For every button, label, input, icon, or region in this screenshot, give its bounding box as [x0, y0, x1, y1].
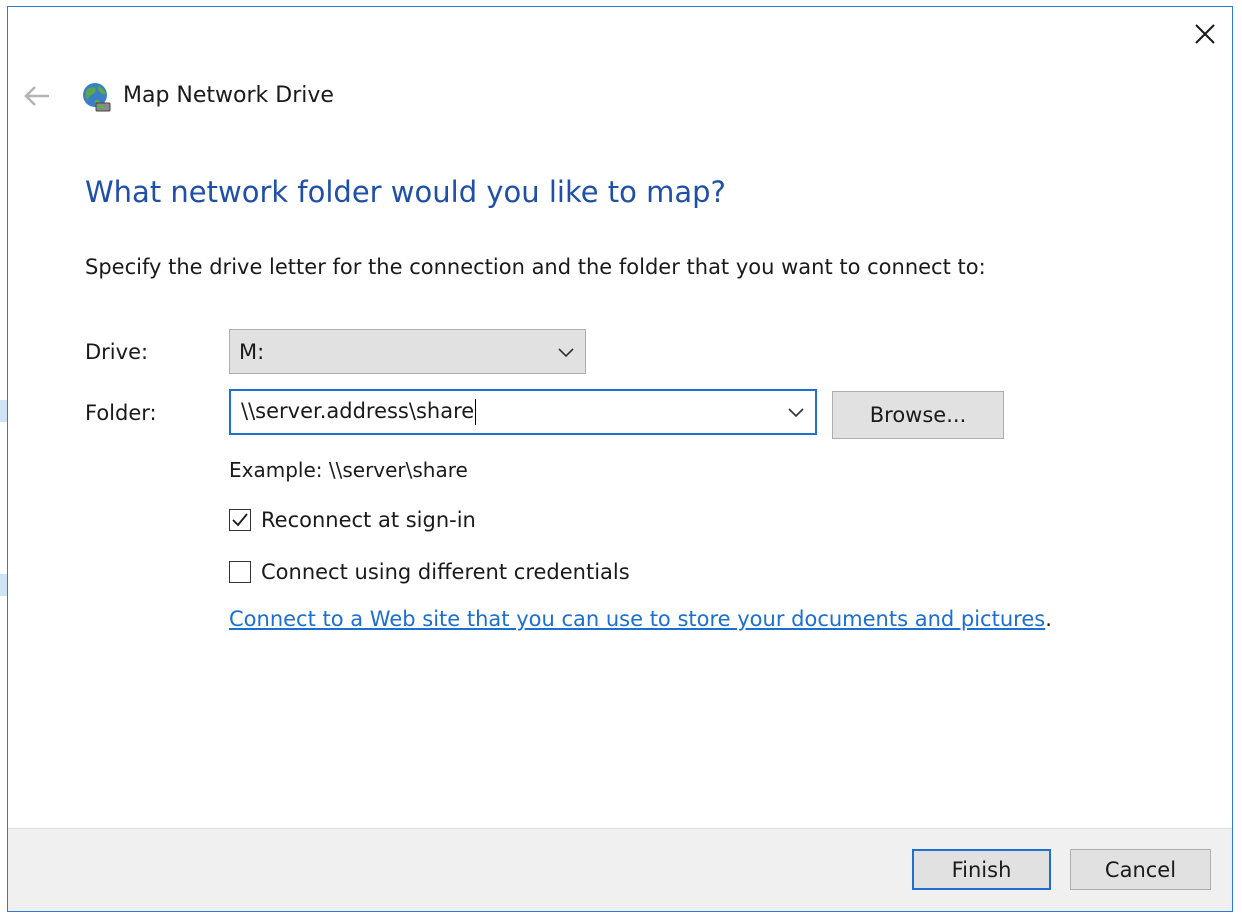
- credentials-label: Connect using different credentials: [261, 560, 630, 584]
- page-heading: What network folder would you like to ma…: [85, 175, 726, 209]
- close-button[interactable]: [1190, 19, 1220, 49]
- drive-label: Drive:: [85, 340, 149, 364]
- example-text: Example: \\server\share: [229, 458, 468, 482]
- web-site-link[interactable]: Connect to a Web site that you can use t…: [229, 607, 1045, 631]
- folder-path-value: \\server.address\share: [241, 399, 475, 423]
- browse-button[interactable]: Browse...: [832, 391, 1004, 439]
- close-icon: [1195, 24, 1215, 44]
- text-caret: [475, 399, 477, 425]
- folder-label: Folder:: [85, 401, 157, 425]
- reconnect-option[interactable]: Reconnect at sign-in: [229, 508, 476, 532]
- web-site-link-row: Connect to a Web site that you can use t…: [229, 607, 1052, 631]
- back-button[interactable]: [22, 82, 52, 110]
- link-suffix: .: [1045, 607, 1052, 631]
- credentials-option[interactable]: Connect using different credentials: [229, 560, 630, 584]
- dialog-footer: Finish Cancel: [8, 828, 1232, 911]
- instruction-text: Specify the drive letter for the connect…: [85, 255, 986, 279]
- window-title: Map Network Drive: [123, 83, 334, 108]
- network-drive-icon: [83, 83, 111, 112]
- background-highlight: [0, 574, 7, 596]
- back-arrow-icon: [24, 86, 49, 106]
- background-highlight: [0, 400, 7, 422]
- chevron-down-icon[interactable]: [787, 406, 805, 418]
- folder-path-combobox[interactable]: \\server.address\share: [229, 389, 817, 435]
- drive-letter-value: M:: [239, 339, 265, 364]
- map-network-drive-dialog: Map Network Drive What network folder wo…: [7, 6, 1233, 912]
- finish-button[interactable]: Finish: [912, 849, 1051, 890]
- cancel-button[interactable]: Cancel: [1070, 849, 1211, 890]
- chevron-down-icon: [558, 347, 574, 357]
- drive-letter-dropdown[interactable]: M:: [229, 329, 586, 374]
- checkmark-icon: [232, 513, 248, 527]
- reconnect-checkbox[interactable]: [229, 509, 251, 531]
- reconnect-label: Reconnect at sign-in: [261, 508, 476, 532]
- credentials-checkbox[interactable]: [229, 561, 251, 583]
